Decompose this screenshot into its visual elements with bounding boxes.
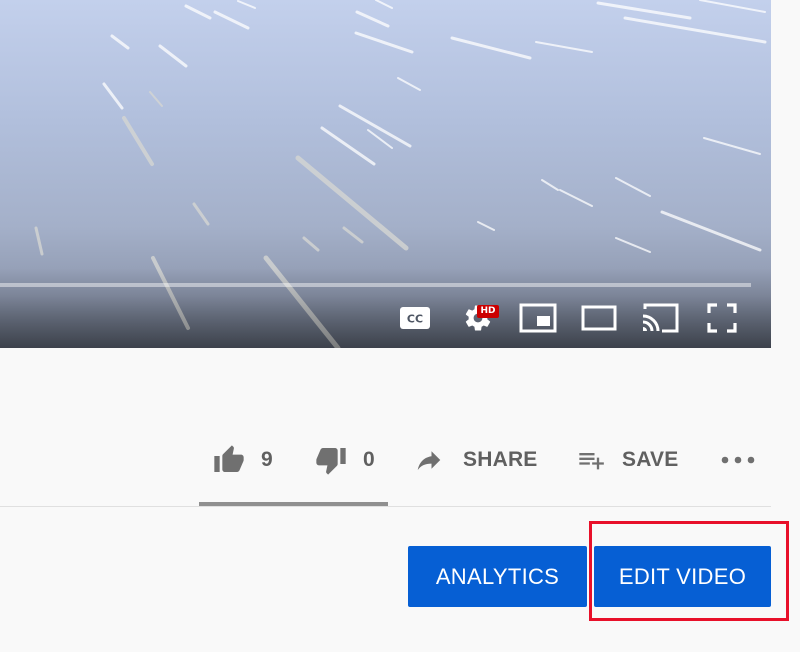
progress-bar[interactable] [0, 283, 751, 287]
playlist-add-icon [575, 446, 607, 474]
video-player[interactable]: CC HD [0, 0, 771, 348]
miniplayer-button[interactable] [517, 300, 559, 336]
highlight-box [589, 521, 789, 621]
more-actions-button[interactable] [718, 438, 758, 482]
captions-button[interactable]: CC [396, 300, 434, 336]
theater-mode-icon [581, 305, 617, 331]
cc-icon: CC [400, 307, 430, 329]
save-button[interactable]: SAVE [575, 438, 678, 482]
share-arrow-icon [412, 445, 446, 475]
like-count: 9 [261, 448, 273, 471]
miniplayer-icon [519, 303, 557, 333]
like-button[interactable]: 9 [211, 438, 273, 482]
divider [0, 506, 771, 507]
fullscreen-icon [707, 303, 737, 333]
hd-badge: HD [477, 305, 499, 318]
theater-mode-button[interactable] [579, 300, 619, 336]
fullscreen-button[interactable] [703, 300, 741, 336]
save-label: SAVE [622, 448, 679, 471]
cast-button[interactable] [639, 300, 681, 336]
thumbs-down-icon [313, 444, 349, 476]
analytics-button[interactable]: ANALYTICS [408, 546, 587, 607]
share-label: SHARE [463, 448, 538, 471]
thumbs-up-icon [211, 444, 247, 476]
video-page: CC HD 9 0 SHARE SAVE ANALYTICS EDIT VIDE… [0, 0, 800, 652]
cast-icon [642, 303, 679, 333]
dislike-button[interactable]: 0 [313, 438, 375, 482]
dislike-count: 0 [363, 448, 375, 471]
share-button[interactable]: SHARE [412, 438, 538, 482]
more-horizontal-icon [720, 455, 756, 465]
svg-text:CC: CC [407, 313, 423, 326]
